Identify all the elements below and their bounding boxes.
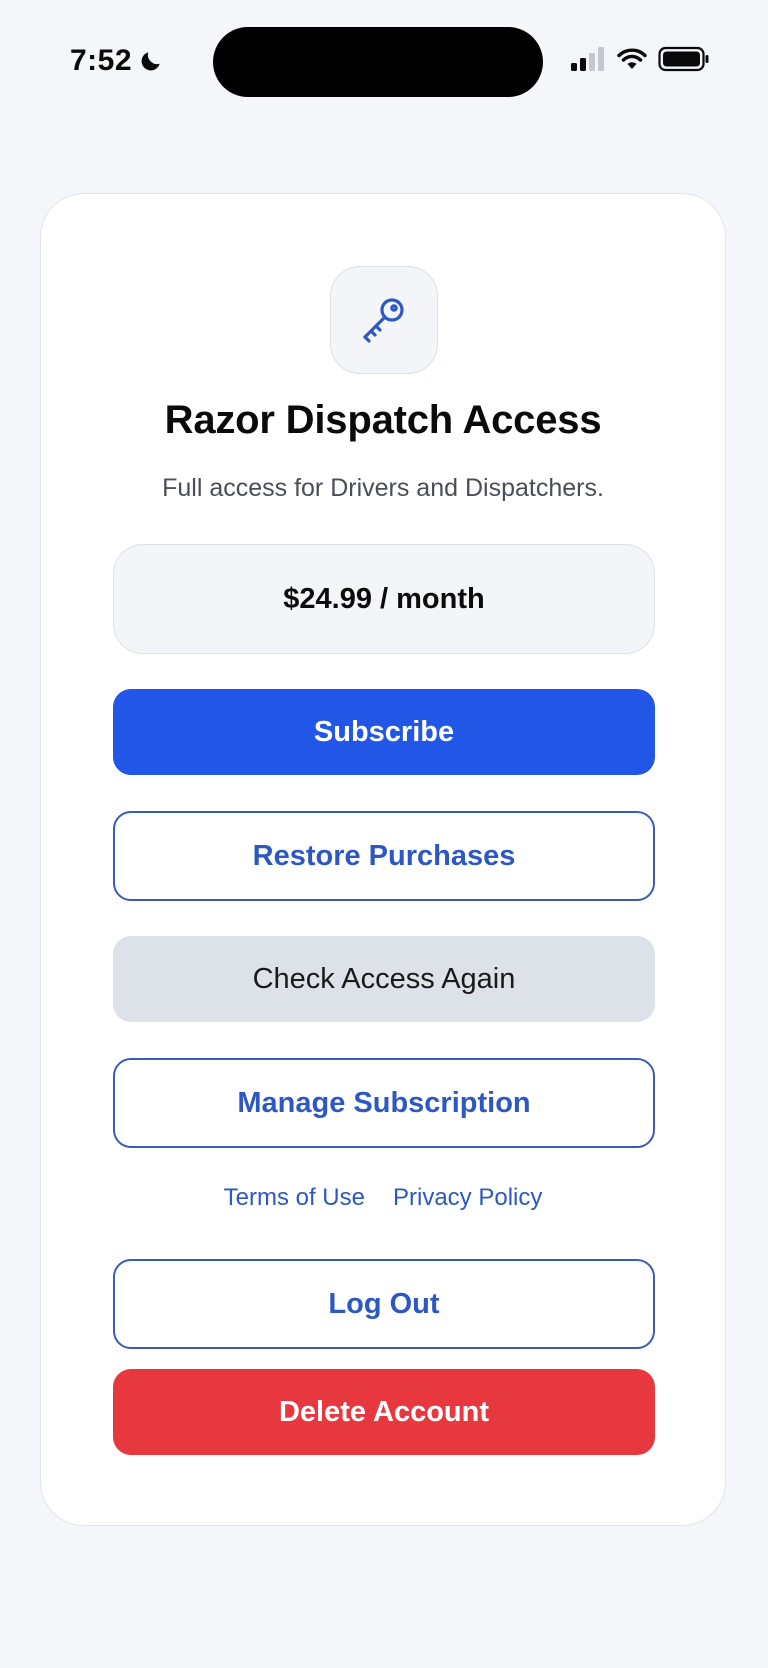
delete-account-label: Delete Account xyxy=(278,1395,490,1428)
battery-icon xyxy=(658,46,709,72)
restore-purchases-label: Restore Purchases xyxy=(252,839,516,872)
price-label: $24.99 / month xyxy=(283,582,485,615)
key-badge xyxy=(330,266,438,374)
moon-icon xyxy=(141,52,160,71)
page-subtitle: Full access for Drivers and Dispatchers. xyxy=(162,474,604,502)
price-display: $24.99 / month xyxy=(113,544,655,654)
privacy-policy-link[interactable]: Privacy Policy xyxy=(393,1184,542,1212)
manage-subscription-label: Manage Subscription xyxy=(237,1086,531,1119)
log-out-button[interactable]: Log Out xyxy=(113,1259,655,1349)
log-out-label: Log Out xyxy=(328,1287,440,1320)
status-bar: 7:52 xyxy=(0,0,768,130)
check-access-label: Check Access Again xyxy=(252,962,516,995)
key-icon xyxy=(363,298,404,343)
check-access-button[interactable]: Check Access Again xyxy=(113,936,655,1022)
status-time-group: 7:52 xyxy=(70,44,164,78)
terms-of-use-link[interactable]: Terms of Use xyxy=(224,1184,365,1212)
subscribe-button-label: Subscribe xyxy=(313,715,455,748)
page-title: Razor Dispatch Access xyxy=(164,398,602,442)
dynamic-island xyxy=(213,27,543,97)
restore-purchases-button[interactable]: Restore Purchases xyxy=(113,811,655,901)
signal-icon xyxy=(571,47,604,71)
status-time: 7:52 xyxy=(70,44,133,77)
manage-subscription-button[interactable]: Manage Subscription xyxy=(113,1058,655,1148)
status-icons xyxy=(570,46,710,72)
subscription-card: Razor Dispatch Access Full access for Dr… xyxy=(40,193,726,1526)
delete-account-button[interactable]: Delete Account xyxy=(113,1369,655,1455)
subscribe-button[interactable]: Subscribe xyxy=(113,689,655,775)
wifi-icon xyxy=(617,48,647,69)
legal-links: Terms of Use Privacy Policy xyxy=(41,1184,725,1212)
